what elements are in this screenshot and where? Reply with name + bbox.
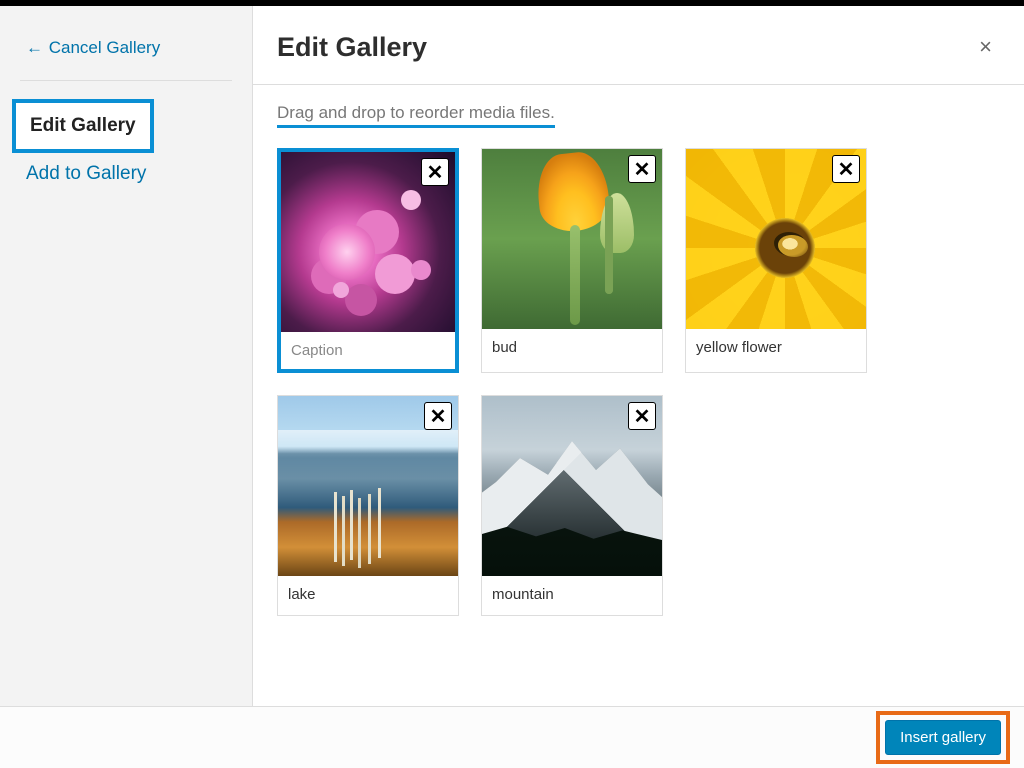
caption-label[interactable]: bud — [482, 329, 662, 368]
thumbnail-image[interactable]: ✕ — [686, 149, 866, 329]
instruction-row: Drag and drop to reorder media files. — [253, 85, 1024, 138]
gallery-item[interactable]: ✕ — [277, 148, 459, 373]
close-icon[interactable]: × — [971, 30, 1000, 64]
reorder-instruction: Drag and drop to reorder media files. — [277, 103, 555, 128]
remove-icon[interactable]: ✕ — [424, 402, 452, 430]
modal-body: ← Cancel Gallery Edit Gallery Add to Gal… — [0, 6, 1024, 706]
remove-icon[interactable]: ✕ — [628, 402, 656, 430]
sidebar-item-edit-gallery[interactable]: Edit Gallery — [12, 99, 154, 153]
insert-highlight: Insert gallery — [876, 711, 1010, 764]
thumbnail-image[interactable]: ✕ — [281, 152, 455, 332]
gallery-item[interactable]: ✕ mountain — [481, 395, 663, 616]
arrow-left-icon: ← — [26, 38, 44, 57]
thumbnail-image[interactable]: ✕ — [482, 149, 662, 329]
thumbnail-image[interactable]: ✕ — [278, 396, 458, 576]
remove-icon[interactable]: ✕ — [421, 158, 449, 186]
cancel-gallery-label: Cancel Gallery — [49, 38, 161, 57]
caption-label[interactable]: mountain — [482, 576, 662, 615]
remove-icon[interactable]: ✕ — [628, 155, 656, 183]
caption-input[interactable] — [281, 332, 455, 369]
main-panel: Edit Gallery × Drag and drop to reorder … — [253, 6, 1024, 706]
gallery-item[interactable]: ✕ bud — [481, 148, 663, 373]
sidebar: ← Cancel Gallery Edit Gallery Add to Gal… — [0, 6, 253, 706]
cancel-gallery-link[interactable]: ← Cancel Gallery — [0, 38, 252, 76]
insert-gallery-button[interactable]: Insert gallery — [885, 720, 1001, 755]
modal-footer: Insert gallery — [0, 706, 1024, 768]
thumbnail-image[interactable]: ✕ — [482, 396, 662, 576]
caption-label[interactable]: yellow flower — [686, 329, 866, 368]
gallery-item[interactable]: ✕ yellow flower — [685, 148, 867, 373]
gallery-item[interactable]: ✕ lake — [277, 395, 459, 616]
caption-label[interactable]: lake — [278, 576, 458, 615]
remove-icon[interactable]: ✕ — [832, 155, 860, 183]
main-header: Edit Gallery × — [253, 6, 1024, 85]
decoration — [600, 193, 634, 253]
gallery-grid[interactable]: ✕ ✕ bud ✕ yellow flower — [253, 138, 1024, 626]
sidebar-item-add-to-gallery[interactable]: Add to Gallery — [26, 153, 146, 195]
sidebar-divider — [20, 80, 232, 81]
page-title: Edit Gallery — [277, 32, 971, 63]
